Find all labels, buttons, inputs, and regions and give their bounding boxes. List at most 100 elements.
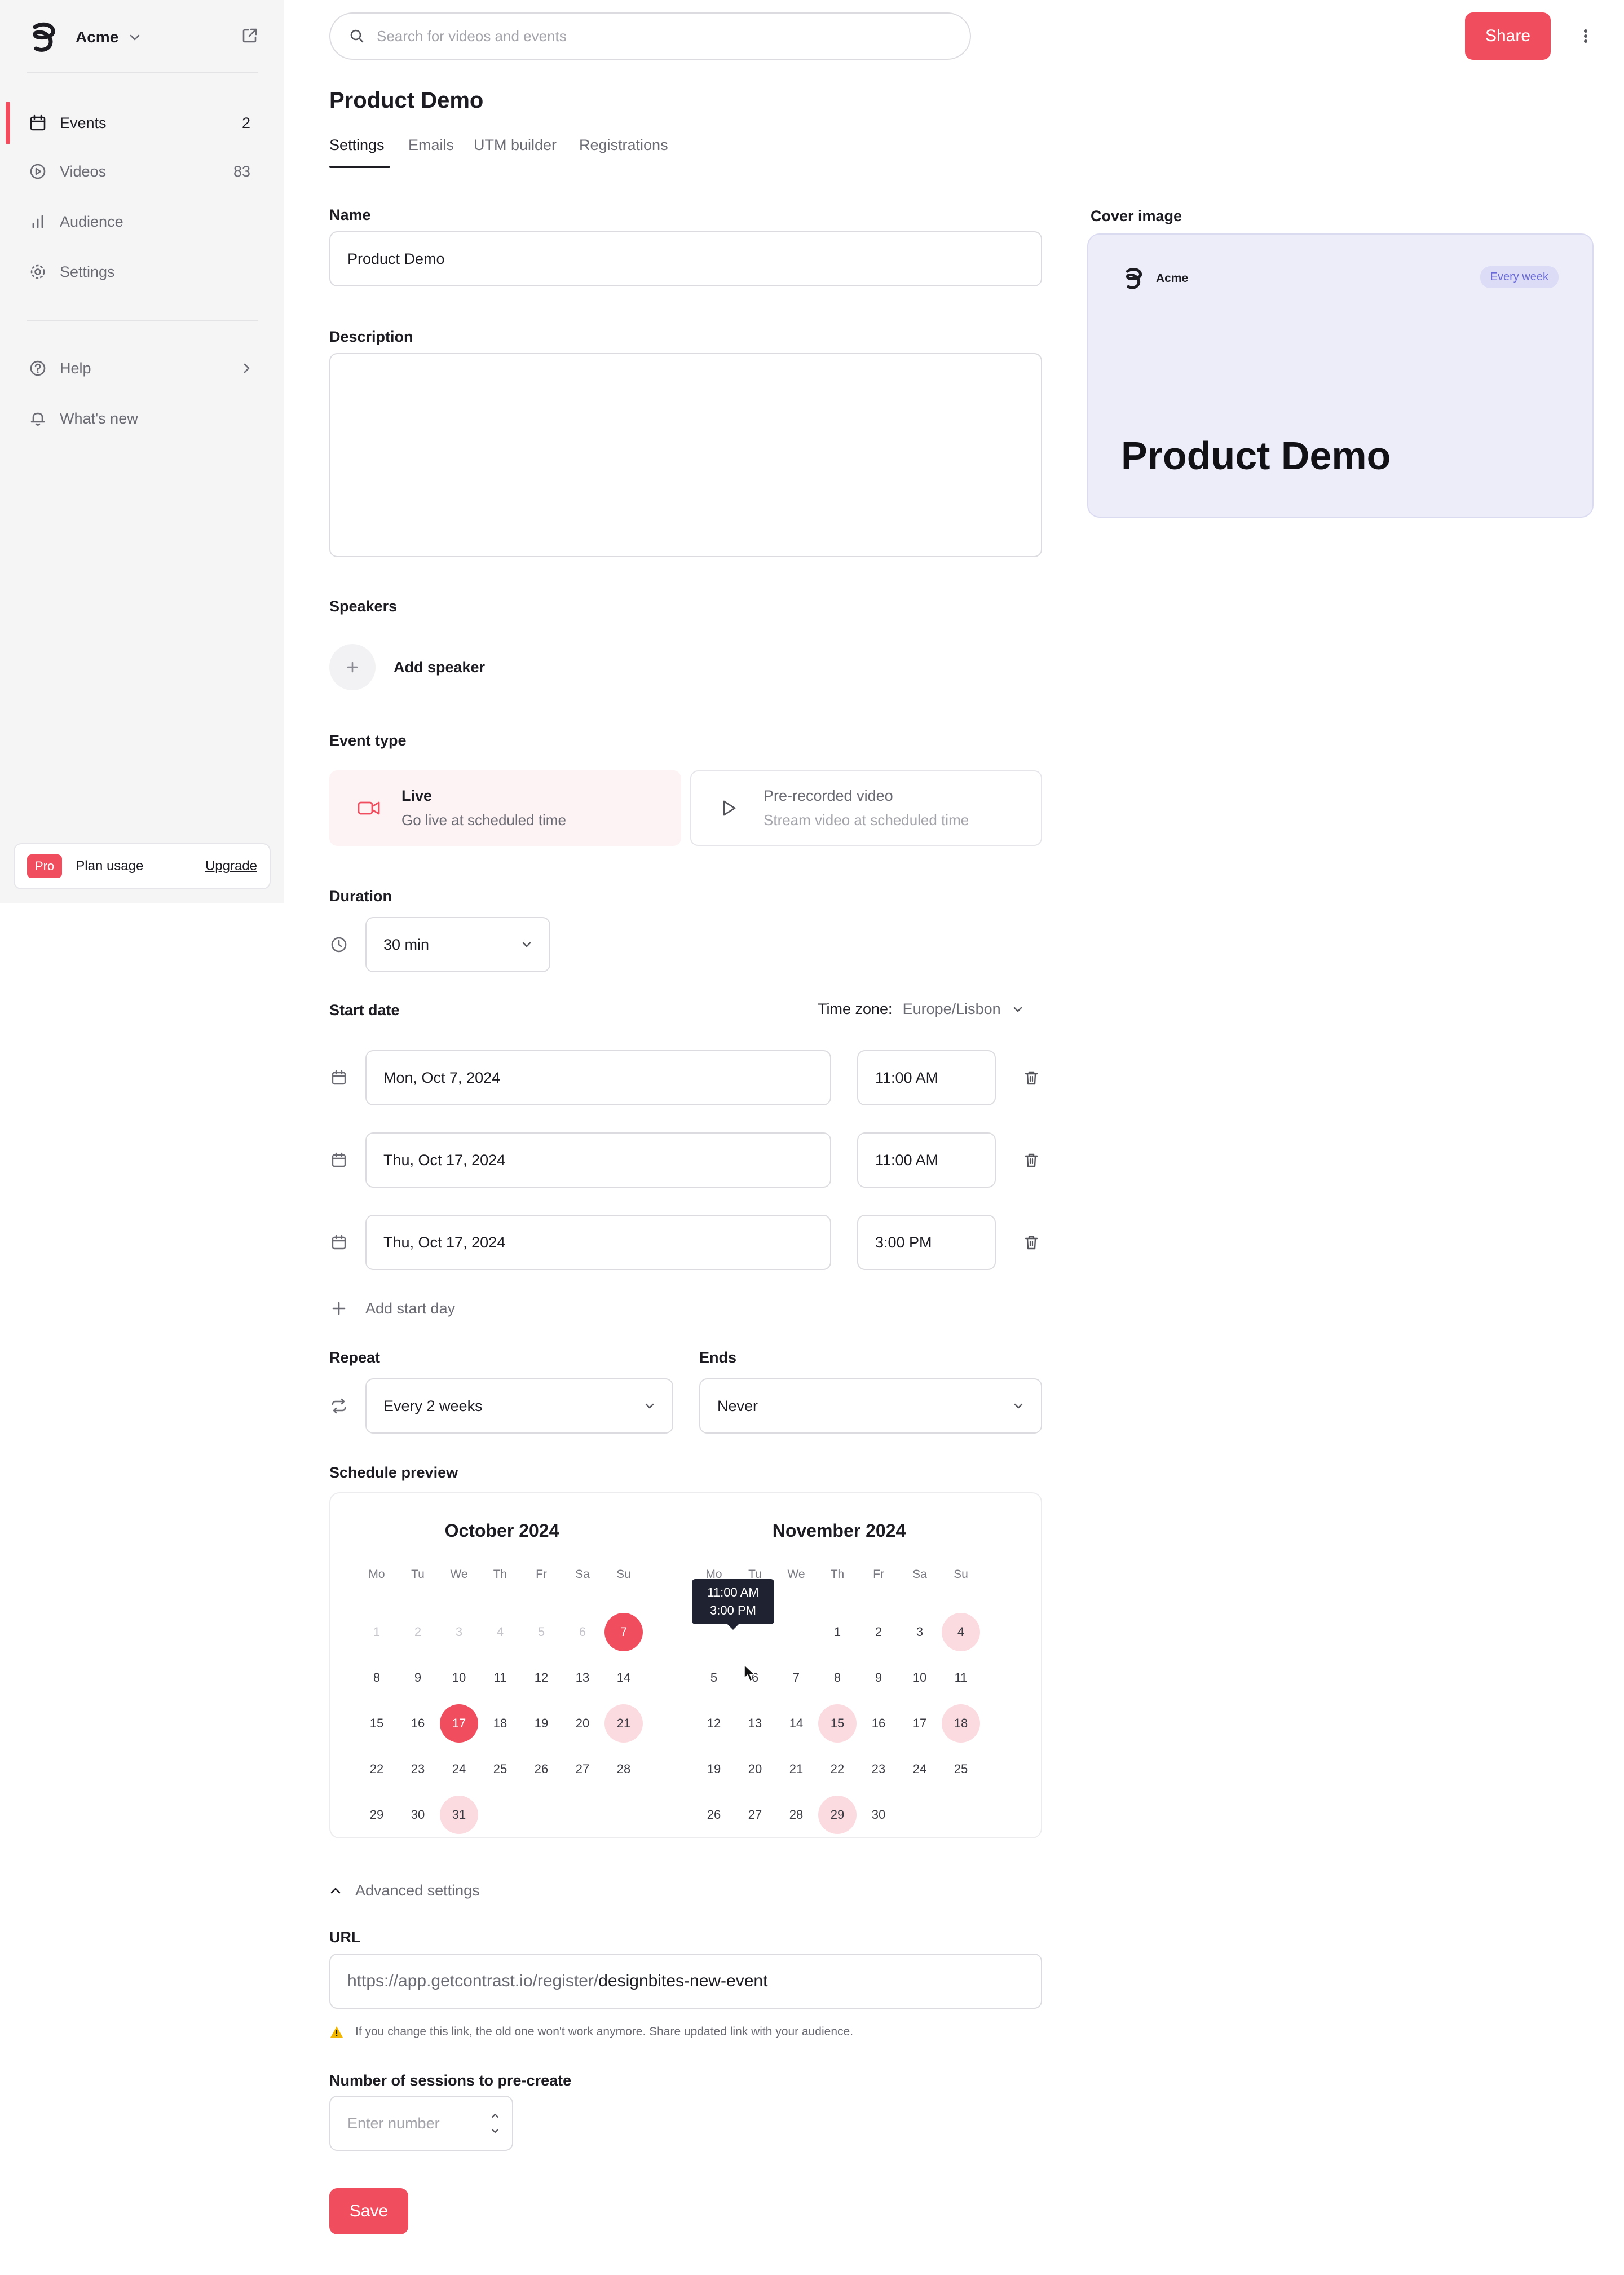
calendar-day-recurring[interactable]: 15 — [818, 1704, 857, 1743]
calendar-day[interactable]: 14 — [604, 1659, 643, 1697]
calendar-day[interactable]: 1 — [818, 1613, 857, 1651]
calendar-day-recurring[interactable]: 31 — [440, 1796, 478, 1834]
calendar-day[interactable]: 26 — [695, 1796, 733, 1834]
url-warning-text: If you change this link, the old one won… — [355, 2025, 854, 2038]
sidebar-item-events[interactable]: Events 2 — [6, 103, 270, 143]
speakers-label: Speakers — [329, 598, 398, 615]
start-time-input[interactable]: 3:00 PM — [857, 1215, 996, 1270]
sidebar-item-videos[interactable]: Videos 83 — [6, 152, 270, 191]
sidebar-item-help[interactable]: Help — [6, 349, 270, 388]
start-time-input[interactable]: 11:00 AM — [857, 1132, 996, 1188]
sessions-number-input[interactable]: Enter number — [329, 2096, 513, 2151]
calendar-day[interactable]: 25 — [481, 1750, 519, 1788]
search-bar[interactable]: Search for videos and events — [329, 12, 971, 60]
calendar-day-recurring[interactable]: 29 — [818, 1796, 857, 1834]
calendar-day[interactable]: 5 — [695, 1659, 733, 1697]
calendar-tooltip: 11:00 AM 3:00 PM — [692, 1579, 774, 1630]
calendar-day[interactable]: 2 — [859, 1613, 898, 1651]
calendar-day[interactable]: 28 — [604, 1750, 643, 1788]
calendar-month-title: November 2024 — [772, 1520, 906, 1541]
calendar-day-scheduled[interactable]: 17 — [440, 1704, 478, 1743]
name-input[interactable]: Product Demo — [329, 231, 1042, 286]
trash-icon[interactable] — [1022, 1233, 1041, 1252]
calendar-day-recurring[interactable]: 21 — [604, 1704, 643, 1743]
calendar-day[interactable]: 7 — [777, 1659, 815, 1697]
calendar-day[interactable]: 30 — [399, 1796, 437, 1834]
calendar-day[interactable]: 28 — [777, 1796, 815, 1834]
calendar-day[interactable]: 27 — [563, 1750, 602, 1788]
start-date-input[interactable]: Thu, Oct 17, 2024 — [365, 1215, 831, 1270]
calendar-day[interactable]: 19 — [695, 1750, 733, 1788]
calendar-day[interactable]: 8 — [358, 1659, 396, 1697]
sidebar-item-whats-new[interactable]: What's new — [6, 399, 270, 438]
number-stepper-icon[interactable] — [489, 2109, 501, 2137]
calendar-day[interactable]: 12 — [695, 1704, 733, 1743]
start-date-input[interactable]: Thu, Oct 17, 2024 — [365, 1132, 831, 1188]
calendar-day[interactable]: 24 — [901, 1750, 939, 1788]
advanced-settings-toggle[interactable]: Advanced settings — [329, 1879, 480, 1902]
calendar-day[interactable]: 18 — [481, 1704, 519, 1743]
calendar-day[interactable]: 26 — [522, 1750, 561, 1788]
calendar-day[interactable]: 8 — [818, 1659, 857, 1697]
calendar-day[interactable]: 23 — [859, 1750, 898, 1788]
calendar-day[interactable]: 9 — [859, 1659, 898, 1697]
ends-value: Never — [717, 1397, 758, 1414]
calendar-day[interactable]: 11 — [942, 1659, 980, 1697]
add-start-day-button[interactable]: Add start day — [329, 1297, 455, 1320]
calendar-day-recurring[interactable]: 4 — [942, 1613, 980, 1651]
calendar-day[interactable]: 22 — [358, 1750, 396, 1788]
trash-icon[interactable] — [1022, 1150, 1041, 1170]
save-button[interactable]: Save — [329, 2188, 408, 2234]
cover-image-card[interactable]: Acme Every week Product Demo — [1087, 233, 1594, 518]
calendar-day[interactable]: 14 — [777, 1704, 815, 1743]
repeat-select[interactable]: Every 2 weeks — [365, 1378, 673, 1434]
calendar-day[interactable]: 27 — [736, 1796, 774, 1834]
calendar-day[interactable]: 13 — [563, 1659, 602, 1697]
ends-select[interactable]: Never — [699, 1378, 1042, 1434]
calendar-day[interactable]: 16 — [859, 1704, 898, 1743]
calendar-day-scheduled[interactable]: 7 — [604, 1613, 643, 1651]
calendar-day[interactable]: 10 — [440, 1659, 478, 1697]
trash-icon[interactable] — [1022, 1068, 1041, 1087]
sidebar-item-audience[interactable]: Audience — [6, 202, 270, 241]
open-external-icon[interactable] — [240, 26, 259, 45]
calendar-day[interactable]: 13 — [736, 1704, 774, 1743]
calendar-day-recurring[interactable]: 18 — [942, 1704, 980, 1743]
add-speaker-button[interactable]: Add speaker — [329, 644, 485, 690]
calendar-day[interactable]: 22 — [818, 1750, 857, 1788]
calendar-day[interactable]: 15 — [358, 1704, 396, 1743]
event-type-live[interactable]: Live Go live at scheduled time — [329, 770, 681, 846]
tab-registrations[interactable]: Registrations — [579, 136, 668, 154]
calendar-day[interactable]: 9 — [399, 1659, 437, 1697]
upgrade-link[interactable]: Upgrade — [205, 858, 257, 874]
calendar-day[interactable]: 20 — [563, 1704, 602, 1743]
calendar-day[interactable]: 12 — [522, 1659, 561, 1697]
event-type-prerecorded[interactable]: Pre-recorded video Stream video at sched… — [690, 770, 1042, 846]
calendar-day[interactable]: 10 — [901, 1659, 939, 1697]
calendar-day[interactable]: 29 — [358, 1796, 396, 1834]
description-textarea[interactable] — [329, 353, 1042, 557]
calendar-day[interactable]: 17 — [901, 1704, 939, 1743]
sidebar-item-settings[interactable]: Settings — [6, 252, 270, 292]
calendar-day[interactable]: 23 — [399, 1750, 437, 1788]
tab-settings[interactable]: Settings — [329, 136, 385, 154]
calendar-day[interactable]: 11 — [481, 1659, 519, 1697]
calendar-day[interactable]: 3 — [901, 1613, 939, 1651]
calendar-day[interactable]: 25 — [942, 1750, 980, 1788]
timezone-select[interactable]: Time zone: Europe/Lisbon — [818, 1000, 1023, 1018]
calendar-day[interactable]: 20 — [736, 1750, 774, 1788]
tab-utm-builder[interactable]: UTM builder — [474, 136, 557, 154]
calendar-day[interactable]: 19 — [522, 1704, 561, 1743]
calendar-day[interactable]: 24 — [440, 1750, 478, 1788]
start-date-input[interactable]: Mon, Oct 7, 2024 — [365, 1050, 831, 1105]
start-time-input[interactable]: 11:00 AM — [857, 1050, 996, 1105]
workspace-switcher[interactable]: Acme — [26, 19, 141, 55]
url-input[interactable]: https://app.getcontrast.io/register/ des… — [329, 1954, 1042, 2009]
calendar-day[interactable]: 21 — [777, 1750, 815, 1788]
calendar-day[interactable]: 30 — [859, 1796, 898, 1834]
calendar-day[interactable]: 16 — [399, 1704, 437, 1743]
share-button[interactable]: Share — [1465, 12, 1551, 60]
more-vertical-icon[interactable] — [1579, 25, 1592, 47]
tab-emails[interactable]: Emails — [408, 136, 454, 154]
duration-select[interactable]: 30 min — [365, 917, 550, 972]
